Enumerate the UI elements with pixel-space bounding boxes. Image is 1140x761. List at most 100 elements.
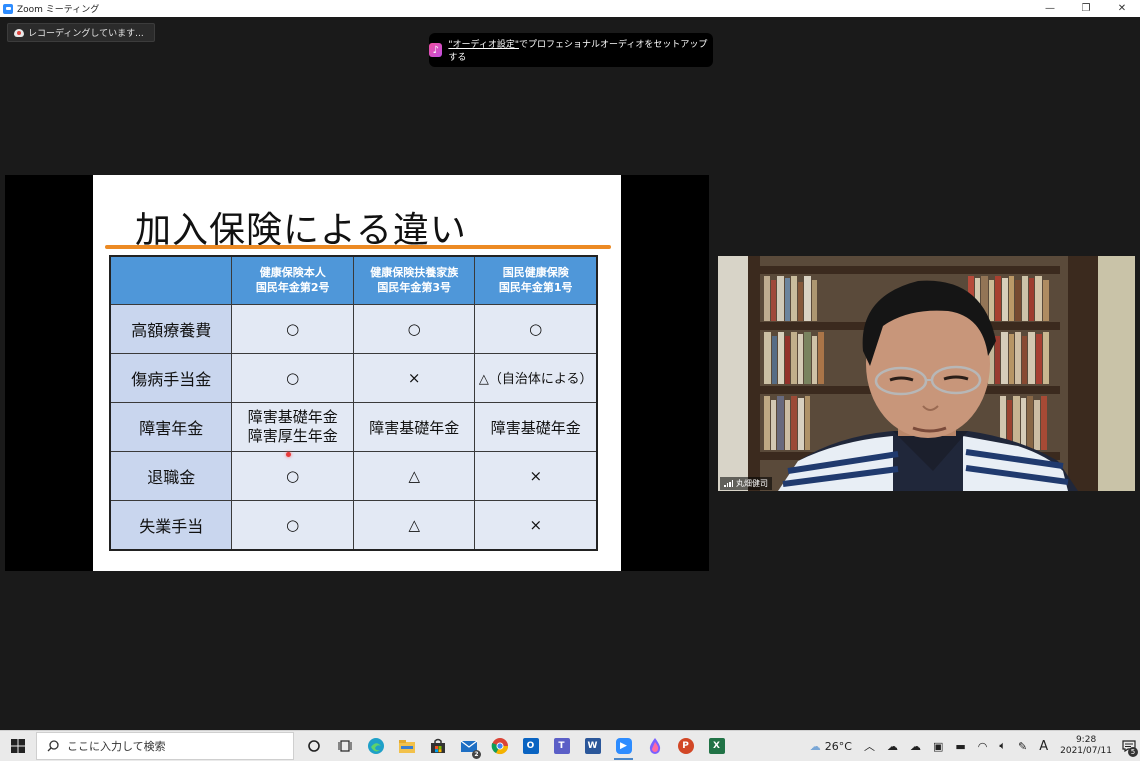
mail-app[interactable]: 2 (453, 731, 484, 761)
table-row: 失業手当 ○ △ × (109, 500, 598, 551)
row-label: 退職金 (109, 451, 233, 502)
edge-app[interactable] (360, 731, 391, 761)
taskbar-search-box[interactable]: ここに入力して検索 (36, 732, 294, 760)
clock-time: 9:28 (1075, 735, 1097, 745)
paint3d-app[interactable] (639, 731, 670, 761)
weather-widget[interactable]: ☁ 26°C (804, 731, 858, 761)
mail-badge: 2 (472, 750, 481, 759)
row-label: 高額療養費 (109, 303, 233, 354)
file-explorer-app[interactable] (391, 731, 422, 761)
task-view-icon (338, 740, 351, 752)
word-app[interactable]: W (577, 731, 608, 761)
participant-video[interactable]: 丸畑健司 (718, 256, 1135, 491)
minimize-button[interactable]: — (1032, 0, 1068, 17)
table-cell: △ (352, 500, 476, 551)
powerpoint-icon: P (677, 738, 694, 754)
insurance-table: 健康保険本人 国民年金第2号 健康保険扶養家族 国民年金第3号 国民健康保険 国民年金… (109, 255, 598, 551)
system-tray: ☁ 26°C ︿ ☁ ☁ ▣ ▬ ◠ 🔈︎ ✎ A 9:28 2021/07/11… (804, 731, 1140, 761)
onedrive-business-tray[interactable]: ☁ (904, 731, 927, 761)
window-title: Zoom ミーティング (17, 5, 100, 15)
participant-name: 丸畑健司 (736, 479, 768, 488)
table-header-cell: 健康保険本人 国民年金第2号 (231, 255, 354, 305)
audio-settings-banner: ♪ "オーディオ設定"でプロフェショナルオーディオをセットアップする (429, 33, 713, 67)
network-tray[interactable]: ◠ (972, 731, 994, 761)
table-cell: × (352, 352, 476, 403)
title-underline (105, 245, 611, 249)
start-button[interactable] (0, 731, 36, 761)
window-controls: — ❐ ✕ (1032, 0, 1140, 17)
weather-cloud-icon: ☁ (809, 739, 821, 753)
paint-drop-icon (649, 738, 660, 754)
recording-indicator[interactable]: レコーディングしています... (7, 23, 155, 42)
zoom-app[interactable]: ▶ (608, 731, 639, 761)
row-label: 障害年金 (109, 401, 233, 453)
windows-taskbar: ここに入力して検索 2 O T W ▶ P X ☁ 26°C ︿ ☁ ☁ ▣ ▬ … (0, 730, 1140, 761)
table-cell: △ (352, 451, 476, 502)
participant-name-tag: 丸畑健司 (720, 477, 772, 490)
search-placeholder: ここに入力して検索 (67, 740, 166, 753)
table-cell: 障害基礎年金 障害厚生年金 (231, 401, 354, 453)
store-app[interactable] (422, 731, 453, 761)
cortana-button[interactable] (298, 731, 329, 761)
search-icon (47, 740, 59, 752)
window-titlebar: Zoom ミーティング — ❐ ✕ (0, 0, 1140, 17)
teams-app[interactable]: T (546, 731, 577, 761)
pen-icon: ✎ (1018, 739, 1028, 753)
audio-settings-link[interactable]: "オーディオ設定" (448, 40, 519, 50)
battery-tray[interactable]: ▬ (949, 731, 971, 761)
folder-icon (398, 740, 415, 753)
cloud-icon: ☁ (886, 739, 898, 753)
powerpoint-app[interactable]: P (670, 731, 701, 761)
table-header-cell (109, 255, 233, 305)
show-hidden-icons-button[interactable]: ︿ (858, 731, 881, 761)
table-cell: ○ (352, 303, 476, 354)
table-row: 退職金 ○ △ × (109, 451, 598, 502)
taskbar-clock[interactable]: 9:28 2021/07/11 (1054, 735, 1118, 757)
table-row: 高額療養費 ○ ○ ○ (109, 303, 598, 354)
windows-logo-icon (11, 739, 25, 753)
presentation-slide: 加入保険による違い 健康保険本人 国民年金第2号 健康保険扶養家族 国民年金第3号 … (93, 175, 621, 571)
pen-tray[interactable]: ✎ (1012, 731, 1033, 761)
table-header-row: 健康保険本人 国民年金第2号 健康保険扶養家族 国民年金第3号 国民健康保険 国民年金… (109, 255, 598, 305)
table-cell: ○ (231, 352, 354, 403)
task-view-button[interactable] (329, 731, 360, 761)
table-cell: ○ (474, 303, 598, 354)
table-row: 傷病手当金 ○ × △（自治体による） (109, 352, 598, 403)
meeting-stage: レコーディングしています... ♪ "オーディオ設定"でプロフェショナルオーディ… (0, 17, 1140, 730)
music-note-icon: ♪ (429, 43, 443, 57)
cloud-record-icon (14, 28, 24, 37)
close-button[interactable]: ✕ (1104, 0, 1140, 17)
outlook-app[interactable]: O (515, 731, 546, 761)
onedrive-tray[interactable]: ☁ (881, 731, 904, 761)
app-tray-icon[interactable]: ▣ (927, 731, 949, 761)
participant-video-feed (718, 256, 1135, 491)
notification-count: 5 (1128, 747, 1138, 757)
table-header-cell: 国民健康保険 国民年金第1号 (474, 255, 598, 305)
excel-app[interactable]: X (701, 731, 732, 761)
restore-button[interactable]: ❐ (1068, 0, 1104, 17)
shared-screen: 加入保険による違い 健康保険本人 国民年金第2号 健康保険扶養家族 国民年金第3号 … (5, 175, 709, 571)
row-label: 失業手当 (109, 500, 233, 551)
teams-icon: T (553, 738, 570, 754)
zoom-icon: ▶ (615, 738, 632, 754)
signal-strength-icon (724, 480, 733, 487)
table-row: 障害年金 障害基礎年金 障害厚生年金 障害基礎年金 障害基礎年金 (109, 401, 598, 453)
cloud-icon: ☁ (909, 739, 921, 753)
table-cell: ○ (231, 303, 354, 354)
ime-indicator[interactable]: A (1033, 731, 1054, 761)
chrome-app[interactable] (484, 731, 515, 761)
table-header-cell: 健康保険扶養家族 国民年金第3号 (352, 255, 476, 305)
table-cell: △（自治体による） (474, 352, 598, 403)
chrome-icon (491, 738, 508, 755)
battery-icon: ▬ (955, 739, 966, 753)
notification-center-button[interactable]: 5 (1118, 731, 1140, 761)
laser-pointer (286, 452, 291, 457)
table-cell: 障害基礎年金 (474, 401, 598, 453)
word-icon: W (584, 738, 601, 754)
table-cell: × (474, 451, 598, 502)
cortana-icon (307, 740, 320, 752)
table-cell: 障害基礎年金 (352, 401, 476, 453)
weather-temp: 26°C (824, 739, 852, 753)
table-cell: ○ (231, 500, 354, 551)
volume-tray[interactable]: 🔈︎ (993, 731, 1012, 761)
